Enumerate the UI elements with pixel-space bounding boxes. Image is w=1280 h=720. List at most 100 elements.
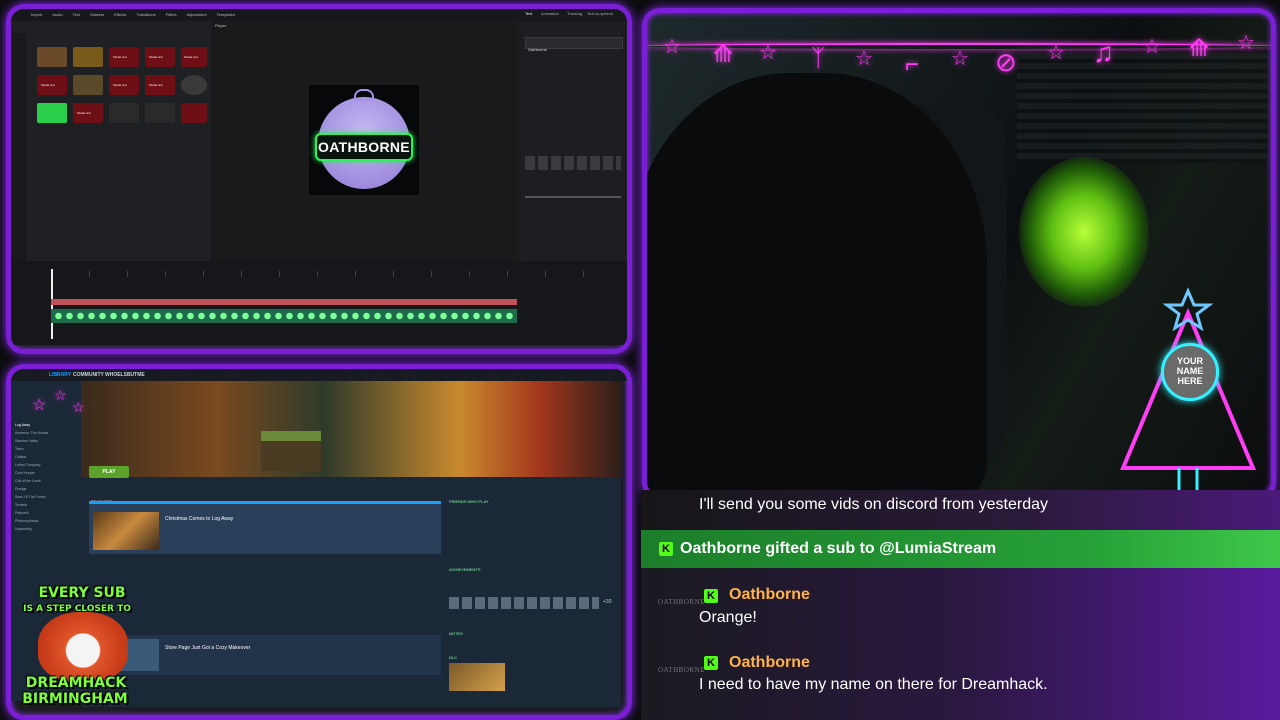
star-icon: ☆	[1237, 32, 1255, 54]
media-tile[interactable]: Media text	[181, 47, 207, 67]
ornament-cap	[354, 89, 374, 101]
gift-event-text: Oathborne gifted a sub to @LumiaStream	[680, 540, 997, 557]
tab-animation[interactable]: Animation	[541, 11, 559, 16]
editor-menu-bar: Import Audio Text Stickers Effects Trans…	[11, 9, 627, 21]
media-tile[interactable]: Media text	[109, 47, 139, 67]
news-thumbnail	[93, 512, 159, 550]
webcam-frame: ☆ ⟰ ☆ ᛉ ☆ ⌐ ☆ ⊘ ☆ ♫ ☆ ⟰ ☆ YOUR NAME HERE	[642, 8, 1276, 500]
media-panel: Media text Media text Media text Media t…	[11, 21, 211, 273]
chat-avatar: OATHBORNE	[658, 666, 705, 674]
menu-filters[interactable]: Filters	[166, 9, 177, 21]
sidebar-game[interactable]: Unpacking	[15, 527, 32, 531]
star-icon: ☆	[54, 387, 67, 403]
media-tile[interactable]: Media text	[145, 47, 175, 67]
sidebar-game[interactable]: Log Away	[15, 423, 30, 427]
news-card[interactable]: Christmas Comes to Log Away	[89, 501, 441, 554]
tree-icon: ⟰	[1189, 35, 1210, 62]
star-icon: ☆	[72, 399, 85, 415]
news-title: Christmas Comes to Log Away	[165, 516, 234, 522]
tab-tracking[interactable]: Tracking	[567, 11, 582, 16]
text-clip[interactable]	[51, 299, 517, 305]
notes-header: NOTES	[449, 631, 463, 636]
tile-label: Media text	[149, 55, 163, 59]
media-tile[interactable]	[109, 103, 139, 123]
media-tile[interactable]: Media text	[109, 75, 139, 95]
media-tile[interactable]	[73, 47, 103, 67]
sidebar-game[interactable]: Terraria	[15, 503, 27, 507]
video-clip-frames	[53, 312, 515, 320]
star-icon: ☆	[1143, 36, 1161, 58]
promo-line-3: DREAMHACK	[25, 675, 127, 691]
sidebar-game[interactable]: Stardew Valley	[15, 439, 38, 443]
tab-text[interactable]: Text	[525, 11, 532, 16]
nav-library[interactable]: LIBRARY	[49, 372, 71, 378]
star-icon: ☆	[663, 36, 681, 58]
preview-canvas[interactable]: OATHBORNE	[309, 85, 419, 195]
media-tile[interactable]: Media text	[145, 75, 175, 95]
chat-username[interactable]: Oathborne	[729, 654, 810, 672]
star-icon: ☆	[32, 397, 47, 414]
media-tile[interactable]	[37, 103, 67, 123]
sidebar-game[interactable]: Core Keeper	[15, 471, 35, 475]
sidebar-game[interactable]: Toem	[15, 447, 24, 451]
media-tile[interactable]	[73, 75, 103, 95]
news-card-2[interactable]: Store Page Just Got a Cozy Makeover	[89, 635, 441, 675]
media-tile[interactable]: Media text	[73, 103, 103, 123]
media-tile[interactable]	[145, 103, 175, 123]
tile-label: Media text	[113, 55, 127, 59]
tab-tts[interactable]: Text-to-speech	[587, 11, 613, 16]
kick-badge-icon: K	[704, 656, 718, 670]
menu-text[interactable]: Text	[73, 9, 80, 21]
chat-message-text: Orange!	[699, 609, 757, 626]
sidebar-game[interactable]: Dredge	[15, 487, 26, 491]
tile-label: Media text	[113, 83, 127, 87]
sidebar-game[interactable]: Sons Of The Forest	[15, 495, 45, 499]
media-tile[interactable]	[181, 75, 207, 95]
properties-panel: Text Animation Tracking Text-to-speech O…	[521, 11, 627, 261]
chat-username[interactable]: Oathborne	[729, 586, 810, 604]
star-icon: ☆	[759, 42, 777, 64]
sidebar-game[interactable]: Outlast	[15, 455, 26, 459]
slider-track[interactable]	[525, 196, 621, 198]
sidebar-game[interactable]: Palworld	[15, 511, 28, 515]
nav-profile[interactable]: WHOELSBUTME	[105, 372, 145, 378]
cabin-graphic	[261, 431, 321, 471]
timeline-ruler	[51, 271, 621, 277]
media-tile[interactable]	[181, 103, 207, 123]
sidebar-game[interactable]: Phasmophobia	[15, 519, 38, 523]
tile-label: Media text	[41, 83, 55, 87]
menu-adjustment[interactable]: Adjustment	[187, 9, 207, 21]
play-button[interactable]: PLAY	[89, 466, 129, 478]
preview-name-label: OATHBORNE	[315, 133, 413, 161]
menu-effects[interactable]: Effects	[114, 9, 126, 21]
star-icon: ☆	[951, 48, 969, 70]
menu-stickers[interactable]: Stickers	[90, 9, 104, 21]
style-row	[525, 156, 621, 170]
star-icon: ☆	[1047, 42, 1065, 64]
kick-badge-icon: K	[659, 542, 673, 556]
media-tile[interactable]	[37, 47, 67, 67]
menu-templates[interactable]: Templates	[217, 9, 235, 21]
dlc-thumbnail[interactable]	[449, 663, 505, 691]
news-title-2: Store Page Just Got a Cozy Makeover	[165, 645, 251, 651]
sidebar-game[interactable]: Cult of the Lamb	[15, 479, 41, 483]
menu-import[interactable]: Import	[31, 9, 42, 21]
achievements-header: ACHIEVEMENTS	[449, 567, 481, 572]
chat-message-text: I need to have my name on there for Drea…	[699, 676, 1048, 693]
text-field[interactable]: Oathborne	[525, 37, 623, 52]
steam-nav-bar: LIBRARY COMMUNITY WHOELSBUTME	[11, 369, 627, 381]
achievements-more[interactable]: +30	[603, 599, 611, 605]
sidebar-game[interactable]: Amnesia: The Bunker	[15, 431, 49, 435]
menu-audio[interactable]: Audio	[52, 9, 62, 21]
game-hero-banner	[81, 381, 621, 477]
stocking-icon: ⌐	[905, 51, 920, 78]
chat-avatar: OATHBORNE	[658, 598, 705, 606]
player-panel: Player OATHBORNE	[211, 21, 517, 261]
menu-transitions[interactable]: Transitions	[136, 9, 155, 21]
tile-label: Media text	[77, 111, 91, 115]
nav-community[interactable]: COMMUNITY	[73, 372, 104, 378]
sidebar-game[interactable]: Lethal Company	[15, 463, 41, 467]
star-icon: ☆	[855, 48, 873, 70]
tree-icon: ⟰	[713, 41, 734, 68]
media-tile[interactable]: Media text	[37, 75, 67, 95]
